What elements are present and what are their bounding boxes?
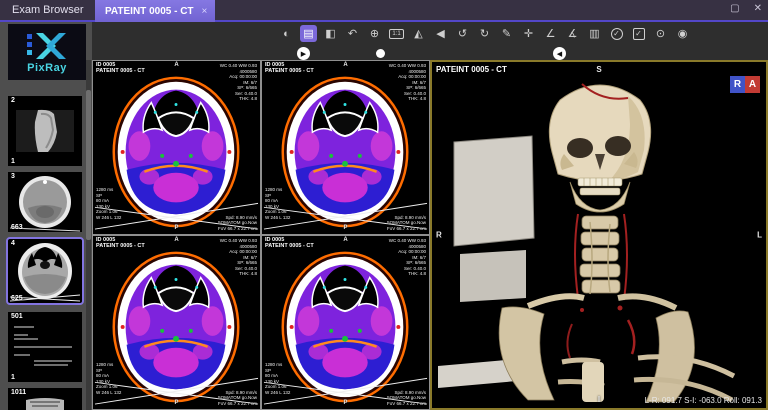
orientation-cube-right-face: R	[730, 76, 745, 93]
orientation-marker-anterior: A	[174, 63, 178, 69]
tab-label: PATEINT 0005 - CT	[105, 6, 194, 17]
thumb-bottom-label: 1	[11, 158, 15, 165]
thumb-top-label: 1011	[11, 389, 26, 396]
series-thumbnail-scout[interactable]: 2 1	[8, 96, 82, 166]
maximize-icon[interactable]: ▢	[730, 3, 739, 14]
acquisition-overlay: WC 0.40 WW 0.93 4000580 Acq: 00:00:00 IM…	[220, 63, 257, 102]
undo-icon[interactable]: ↶	[344, 25, 361, 42]
titlebar: Exam Browser PATEINT 0005 - CT × ▢ ✕	[0, 0, 768, 22]
scanner-overlay: Spd: 8.90 mm/s SOMATOM go.Now FoV 66.7 x…	[218, 390, 257, 407]
histogram-icon[interactable]: ▥	[586, 25, 603, 42]
acquisition-overlay: WC 0.40 WW 0.93 4000580 Acq: 00:00:00 IM…	[389, 238, 426, 277]
probe-icon[interactable]: ✛	[520, 25, 537, 42]
volume-render-panel[interactable]: PATEINT 0005 - CT S I R L R A L-R: 091.7…	[430, 60, 768, 410]
panel3d-title: PATEINT 0005 - CT	[436, 65, 507, 74]
location-pin-icon[interactable]: ⊙	[652, 25, 669, 42]
toolbar: ◐ ▤ ◧ ↶ ⊕ 1:1 ◭ ◀ ↺ ↻ ✎ ✛ ∠ ∡ ▥ ✓ ✓ ⊙ ◉ ▶ ◀	[92, 22, 768, 60]
contrast-icon[interactable]: ◐	[278, 25, 295, 42]
annotate-icon[interactable]: ✎	[498, 25, 515, 42]
rotate-cw-icon[interactable]: ↻	[476, 25, 493, 42]
tool-strip: ◐ ▤ ◧ ↶ ⊕ 1:1 ◭ ◀ ↺ ↻ ✎ ✛ ∠ ∡ ▥ ✓ ✓ ⊙ ◉	[278, 25, 691, 42]
rotation-readout: L-R: 091.7 S-I: -063.0 Roll: 091.3	[645, 396, 762, 405]
orientation-marker-superior: S	[596, 65, 601, 74]
series-thumbnail-dose-report[interactable]: 501 1	[8, 312, 82, 382]
thumb-bottom-label: 625	[11, 295, 23, 302]
series-thumbnail-brain-selected[interactable]: 4 625	[8, 239, 82, 303]
pixray-logo-icon	[25, 31, 69, 61]
verify-icon[interactable]: ✓	[608, 25, 625, 42]
tab-patient-0005-ct[interactable]: PATEINT 0005 - CT ×	[95, 0, 215, 22]
patient-id-overlay: ID 0005 PATEINT 0005 - CT	[265, 238, 314, 249]
orientation-marker-posterior: P	[174, 226, 178, 232]
thumb-top-label: 501	[11, 313, 23, 320]
patient-id-overlay: ID 0005 PATEINT 0005 - CT	[96, 63, 145, 74]
flip-horizontal-icon[interactable]: ◭	[410, 25, 427, 42]
window-controls: ▢ ✕	[730, 3, 762, 14]
close-icon[interactable]: ✕	[754, 3, 762, 14]
scanner-overlay: Spd: 8.90 mm/s SOMATOM go.Now FoV 66.7 x…	[387, 215, 426, 232]
ct-viewport[interactable]: ID 0005 PATEINT 0005 - CT A WC 0.40 WW 0…	[261, 235, 430, 410]
acquisition-overlay: WC 0.40 WW 0.93 4000580 Acq: 00:00:00 IM…	[389, 63, 426, 102]
thumb-top-label: 4	[11, 240, 15, 247]
exam-browser-label[interactable]: Exam Browser	[12, 4, 84, 16]
flip-vertical-icon[interactable]: ◀	[432, 25, 449, 42]
scanner-overlay: Spd: 8.90 mm/s SOMATOM go.Now FoV 66.7 x…	[218, 215, 257, 232]
scanner-overlay: Spd: 8.90 mm/s SOMATOM go.Now FoV 66.7 x…	[387, 390, 426, 407]
cobb-angle-icon[interactable]: ∡	[564, 25, 581, 42]
technique-overlay: 1280 ms SP 80 mA 130 kV Zoom 1.06 W 246 …	[265, 362, 290, 395]
rotate-ccw-icon[interactable]: ↺	[454, 25, 471, 42]
orientation-marker-right: R	[436, 231, 442, 240]
orientation-marker-inferior: I	[598, 395, 600, 404]
actual-size-icon[interactable]: 1:1	[388, 25, 405, 42]
series-sidebar: PixRay 2 1 3 663	[0, 22, 92, 410]
series-thumbnail-scout-2[interactable]: 1011	[8, 388, 82, 410]
scout-thumb-image	[8, 96, 82, 166]
thumb-top-label: 3	[11, 173, 15, 180]
brain-thumb-image-selected	[8, 239, 82, 303]
ct-viewport[interactable]: ID 0005 PATEINT 0005 - CT A WC 0.40 WW 0…	[92, 60, 261, 235]
pixray-window: Exam Browser PATEINT 0005 - CT × ▢ ✕ ◐ ▤ ◧…	[0, 0, 768, 410]
orientation-marker-anterior: A	[174, 238, 178, 244]
thumb-top-label: 2	[11, 97, 15, 104]
ct-viewport[interactable]: ID 0005 PATEINT 0005 - CT A WC 0.40 WW 0…	[261, 60, 430, 235]
sidebar-scrollbar[interactable]	[86, 60, 91, 410]
cine-position-dot[interactable]	[376, 49, 385, 58]
patient-id-overlay: ID 0005 PATEINT 0005 - CT	[265, 63, 314, 74]
overlay-visibility-icon[interactable]: ◉	[674, 25, 691, 42]
play-button[interactable]: ▶	[297, 47, 310, 60]
checkbox-icon[interactable]: ✓	[630, 25, 647, 42]
pixray-logo-text: PixRay	[27, 62, 67, 74]
volume-render-image	[432, 62, 766, 408]
thumb-bottom-label: 663	[11, 224, 23, 231]
orientation-marker-left: L	[757, 231, 762, 240]
angle-icon[interactable]: ∠	[542, 25, 559, 42]
orientation-marker-anterior: A	[343, 63, 347, 69]
orientation-marker-anterior: A	[343, 238, 347, 244]
patient-id-overlay: ID 0005 PATEINT 0005 - CT	[96, 238, 145, 249]
orientation-marker-posterior: P	[343, 401, 347, 407]
viewport-grid: ID 0005 PATEINT 0005 - CT A WC 0.40 WW 0…	[92, 60, 430, 410]
brain-thumb-image	[8, 172, 82, 232]
zoom-in-icon[interactable]: ⊕	[366, 25, 383, 42]
orientation-marker-posterior: P	[174, 401, 178, 407]
orientation-cube[interactable]: R A	[730, 76, 760, 93]
thumb-bottom-label: 1	[11, 374, 15, 381]
technique-overlay: 1280 ms SP 80 mA 130 kV Zoom 1.06 W 246 …	[265, 187, 290, 220]
layers-icon[interactable]: ▤	[300, 25, 317, 42]
ct-viewport[interactable]: ID 0005 PATEINT 0005 - CT A WC 0.40 WW 0…	[92, 235, 261, 410]
prev-button[interactable]: ◀	[553, 47, 566, 60]
tab-close-icon[interactable]: ×	[202, 6, 208, 17]
sidebar-scrollbar-thumb[interactable]	[86, 90, 91, 240]
invert-icon[interactable]: ◧	[322, 25, 339, 42]
orientation-marker-posterior: P	[343, 226, 347, 232]
orientation-cube-anterior-face: A	[745, 76, 760, 93]
acquisition-overlay: WC 0.40 WW 0.93 4000580 Acq: 00:00:00 IM…	[220, 238, 257, 277]
series-thumbnail-brain-1[interactable]: 3 663	[8, 172, 82, 232]
cine-transport: ▶ ◀	[92, 47, 768, 61]
pixray-logo: PixRay	[8, 24, 86, 80]
technique-overlay: 1280 ms SP 80 mA 130 kV Zoom 1.06 W 246 …	[96, 362, 121, 395]
technique-overlay: 1280 ms SP 80 mA 130 kV Zoom 1.06 W 246 …	[96, 187, 121, 220]
